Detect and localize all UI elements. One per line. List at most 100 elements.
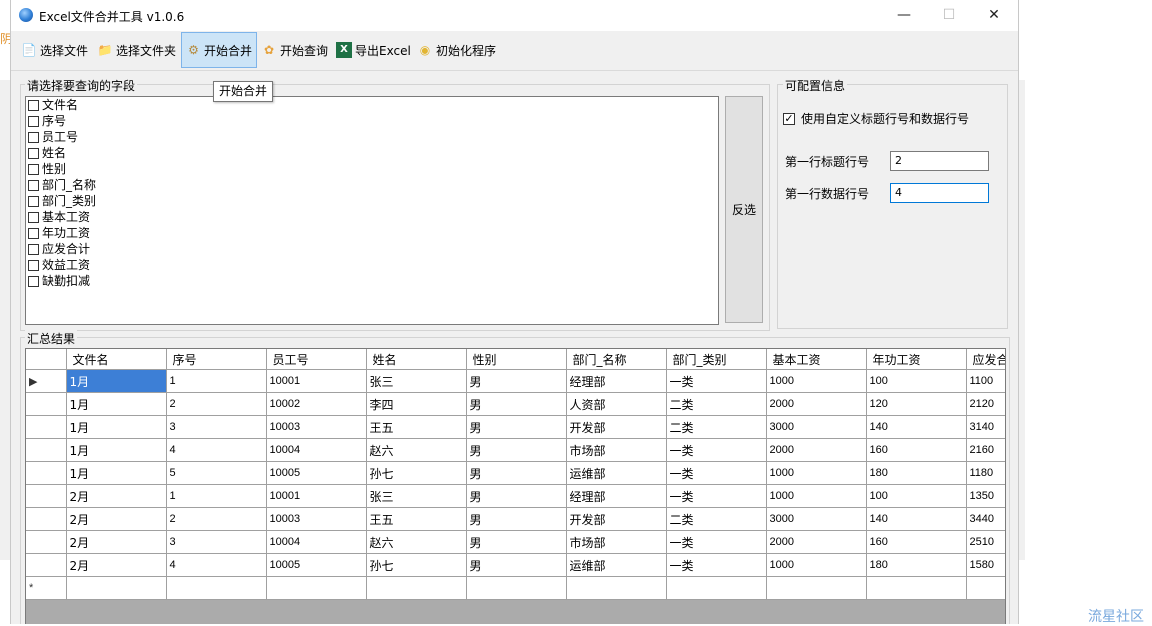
select-folder-button[interactable]: 📁 选择文件夹 <box>93 32 180 68</box>
table-cell[interactable]: 运维部 <box>566 553 667 577</box>
table-cell[interactable] <box>266 576 367 600</box>
checkbox[interactable] <box>28 163 39 175</box>
table-cell[interactable]: 开发部 <box>566 507 667 531</box>
table-cell[interactable]: 一类 <box>666 369 767 393</box>
table-cell[interactable]: 男 <box>466 553 567 577</box>
table-cell[interactable] <box>966 576 1005 600</box>
table-cell[interactable]: 100 <box>866 369 967 393</box>
table-cell[interactable]: 1月 <box>66 461 167 485</box>
init-program-button[interactable]: ◉ 初始化程序 <box>413 32 500 68</box>
table-cell[interactable]: 人资部 <box>566 392 667 416</box>
checkbox[interactable] <box>28 195 39 207</box>
table-cell[interactable]: 经理部 <box>566 369 667 393</box>
row-header-cell[interactable] <box>26 461 67 485</box>
column-header[interactable]: 部门_类别 <box>666 349 767 370</box>
table-cell[interactable]: 3000 <box>766 415 867 439</box>
table-row[interactable]: 2月 3 10004 赵六男市场部 一类 2000 160 2510 <box>26 530 1005 554</box>
start-query-button[interactable]: ✿ 开始查询 <box>257 32 332 68</box>
table-row[interactable]: 1月 3 10003 王五男开发部 二类 3000 140 3140 <box>26 415 1005 439</box>
table-cell[interactable]: 1 <box>166 369 267 393</box>
table-cell[interactable]: 10002 <box>266 392 367 416</box>
list-item[interactable]: 年功工资 <box>26 225 718 241</box>
table-cell[interactable]: 男 <box>466 484 567 508</box>
table-cell[interactable]: 10001 <box>266 484 367 508</box>
table-cell[interactable]: 李四 <box>366 392 467 416</box>
table-cell[interactable]: 3 <box>166 415 267 439</box>
table-cell[interactable]: 赵六 <box>366 530 467 554</box>
select-file-button[interactable]: 📄 选择文件 <box>17 32 92 68</box>
table-cell[interactable]: 1 <box>166 484 267 508</box>
header-row-input[interactable]: 2 <box>890 151 989 171</box>
table-cell[interactable] <box>166 576 267 600</box>
minimize-button[interactable]: — <box>881 0 927 31</box>
list-item[interactable]: 序号 <box>26 113 718 129</box>
table-cell[interactable]: 1100 <box>966 369 1005 393</box>
table-cell[interactable]: 2000 <box>766 438 867 462</box>
start-merge-button[interactable]: ⚙ 开始合并 <box>181 32 257 68</box>
checkbox[interactable] <box>28 211 39 223</box>
column-header[interactable]: 部门_名称 <box>566 349 667 370</box>
data-row-input[interactable]: 4 <box>890 183 989 203</box>
maximize-button[interactable]: ☐ <box>926 0 972 31</box>
list-item[interactable]: 性别 <box>26 161 718 177</box>
table-cell[interactable]: 1000 <box>766 484 867 508</box>
column-header[interactable]: 员工号 <box>266 349 367 370</box>
table-cell[interactable]: 10004 <box>266 438 367 462</box>
table-cell[interactable]: 140 <box>866 507 967 531</box>
checkbox[interactable] <box>28 131 39 143</box>
table-cell[interactable]: 二类 <box>666 392 767 416</box>
table-cell[interactable]: 100 <box>866 484 967 508</box>
table-cell[interactable]: 1月 <box>66 392 167 416</box>
table-cell[interactable]: 10005 <box>266 553 367 577</box>
table-cell[interactable]: 2000 <box>766 530 867 554</box>
custom-rows-checkbox-row[interactable]: ✓ 使用自定义标题行号和数据行号 <box>783 110 969 127</box>
checkbox[interactable] <box>28 115 39 127</box>
column-header[interactable]: 年功工资 <box>866 349 967 370</box>
table-cell[interactable]: 2 <box>166 392 267 416</box>
table-cell[interactable]: 市场部 <box>566 530 667 554</box>
table-cell[interactable]: 1000 <box>766 553 867 577</box>
table-cell[interactable]: 2月 <box>66 553 167 577</box>
checkbox[interactable] <box>28 147 39 159</box>
new-row[interactable]: * <box>26 576 1005 600</box>
table-cell[interactable]: 二类 <box>666 507 767 531</box>
list-item[interactable]: 效益工资 <box>26 257 718 273</box>
table-cell[interactable]: 张三 <box>366 484 467 508</box>
table-cell[interactable]: 10004 <box>266 530 367 554</box>
table-cell[interactable]: 120 <box>866 392 967 416</box>
table-cell[interactable]: 2510 <box>966 530 1005 554</box>
table-cell[interactable]: 1月 <box>66 438 167 462</box>
column-header[interactable]: 基本工资 <box>766 349 867 370</box>
table-row[interactable]: 1月 2 10002 李四男人资部 二类 2000 120 2120 <box>26 392 1005 416</box>
table-row[interactable]: 2月 2 10003 王五男开发部 二类 3000 140 3440 <box>26 507 1005 531</box>
table-cell[interactable]: 孙七 <box>366 553 467 577</box>
checkbox[interactable] <box>28 275 39 287</box>
table-cell[interactable]: 孙七 <box>366 461 467 485</box>
results-grid[interactable]: 文件名 序号 员工号 姓名 性别 部门_名称 部门_类别 基本工资 年功工资 应… <box>25 348 1006 624</box>
column-header[interactable]: 性别 <box>466 349 567 370</box>
table-row[interactable]: 2月 4 10005 孙七男运维部 一类 1000 180 1580 <box>26 553 1005 577</box>
table-cell[interactable]: 4 <box>166 553 267 577</box>
table-cell[interactable]: 开发部 <box>566 415 667 439</box>
table-cell[interactable]: 10001 <box>266 369 367 393</box>
table-cell[interactable]: 140 <box>866 415 967 439</box>
table-cell[interactable]: 男 <box>466 461 567 485</box>
table-cell[interactable]: 3440 <box>966 507 1005 531</box>
table-cell[interactable]: 经理部 <box>566 484 667 508</box>
table-cell[interactable]: 2月 <box>66 507 167 531</box>
table-cell[interactable]: 1350 <box>966 484 1005 508</box>
row-header-cell[interactable] <box>26 484 67 508</box>
table-cell[interactable] <box>666 576 767 600</box>
list-item[interactable]: 基本工资 <box>26 209 718 225</box>
table-cell[interactable]: 10003 <box>266 415 367 439</box>
table-cell[interactable]: 一类 <box>666 438 767 462</box>
table-cell[interactable]: 160 <box>866 530 967 554</box>
list-item[interactable]: 部门_类别 <box>26 193 718 209</box>
table-cell[interactable]: 男 <box>466 507 567 531</box>
row-header-cell[interactable] <box>26 530 67 554</box>
table-cell[interactable]: 一类 <box>666 484 767 508</box>
table-cell[interactable]: 男 <box>466 438 567 462</box>
row-header-cell[interactable]: ▶ <box>26 369 67 393</box>
table-cell[interactable] <box>866 576 967 600</box>
list-item[interactable]: 姓名 <box>26 145 718 161</box>
